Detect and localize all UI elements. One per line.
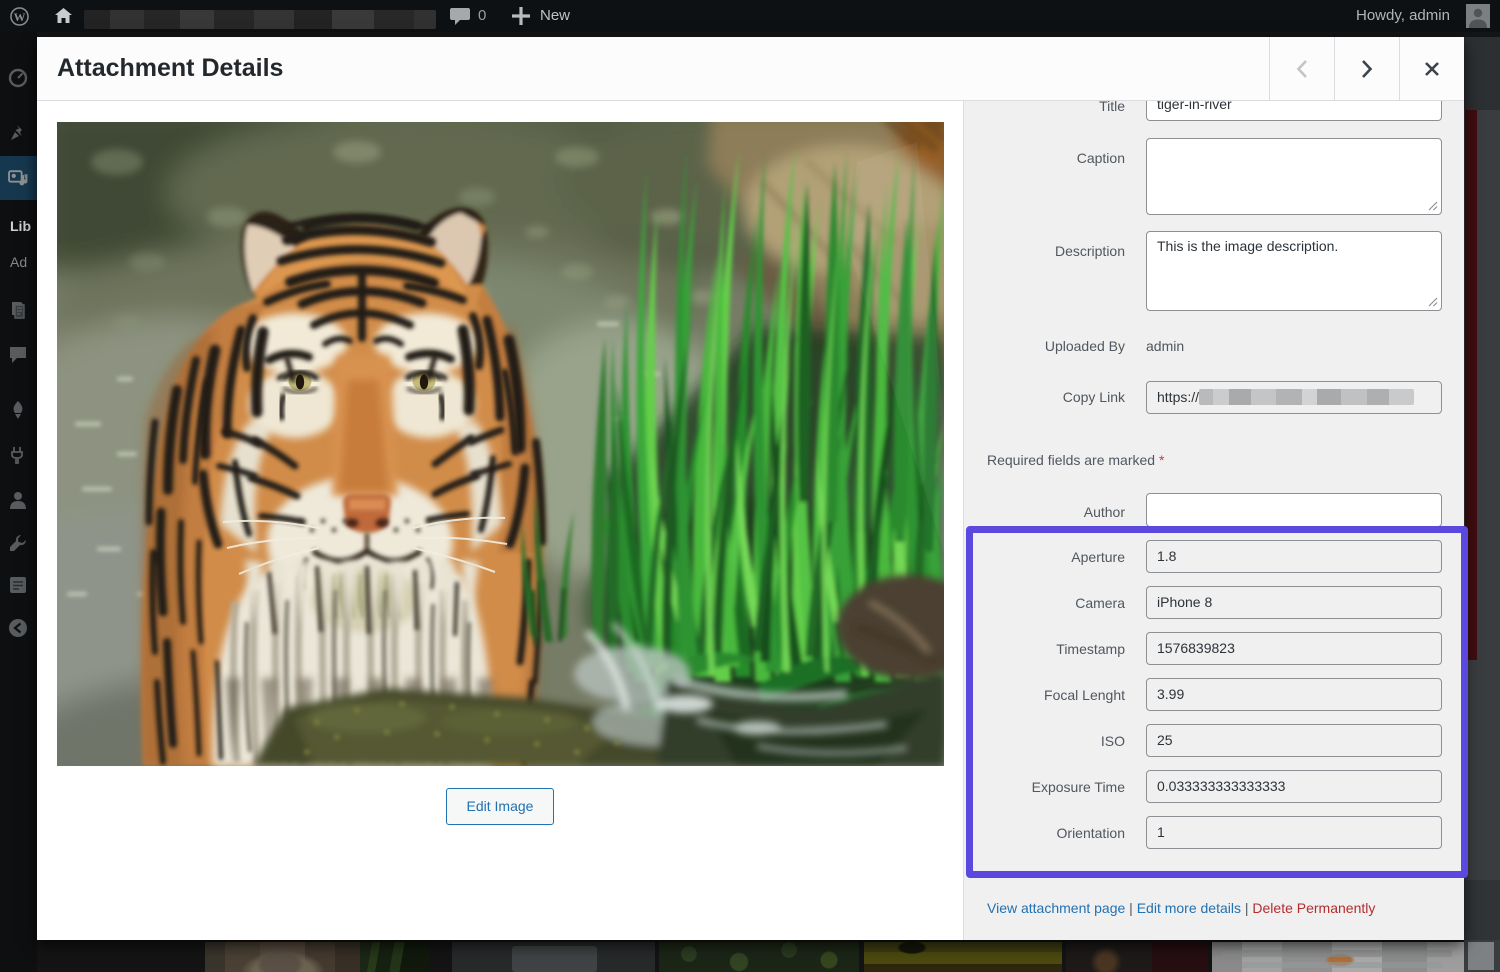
svg-text:W: W: [14, 10, 26, 24]
